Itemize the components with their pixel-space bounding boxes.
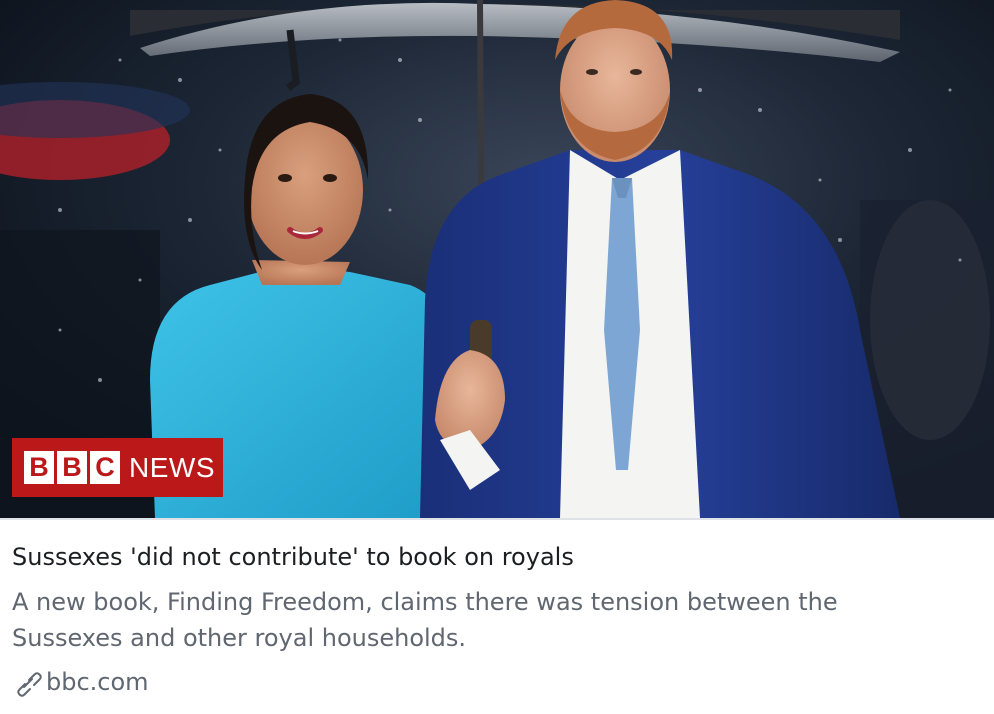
bbc-letter-c: C (90, 451, 120, 484)
link-preview-card[interactable]: B B C NEWS Sussexes 'did not contribute'… (0, 0, 994, 714)
source-domain: bbc.com (46, 668, 149, 696)
preview-description: A new book, Finding Freedom, claims ther… (12, 584, 972, 656)
preview-headline[interactable]: Sussexes 'did not contribute' to book on… (12, 540, 982, 574)
description-line-2: Sussexes and other royal households. (12, 624, 467, 652)
bbc-news-label: NEWS (129, 452, 215, 483)
bbc-news-logo: B B C NEWS (12, 438, 223, 497)
image-divider (0, 518, 994, 520)
description-line-1: A new book, Finding Freedom, claims ther… (12, 588, 838, 616)
link-icon (12, 667, 42, 697)
source-link[interactable]: bbc.com (12, 664, 149, 700)
bbc-letter-b1: B (24, 451, 54, 484)
bbc-letter-b2: B (57, 451, 87, 484)
preview-image[interactable]: B B C NEWS (0, 0, 994, 518)
